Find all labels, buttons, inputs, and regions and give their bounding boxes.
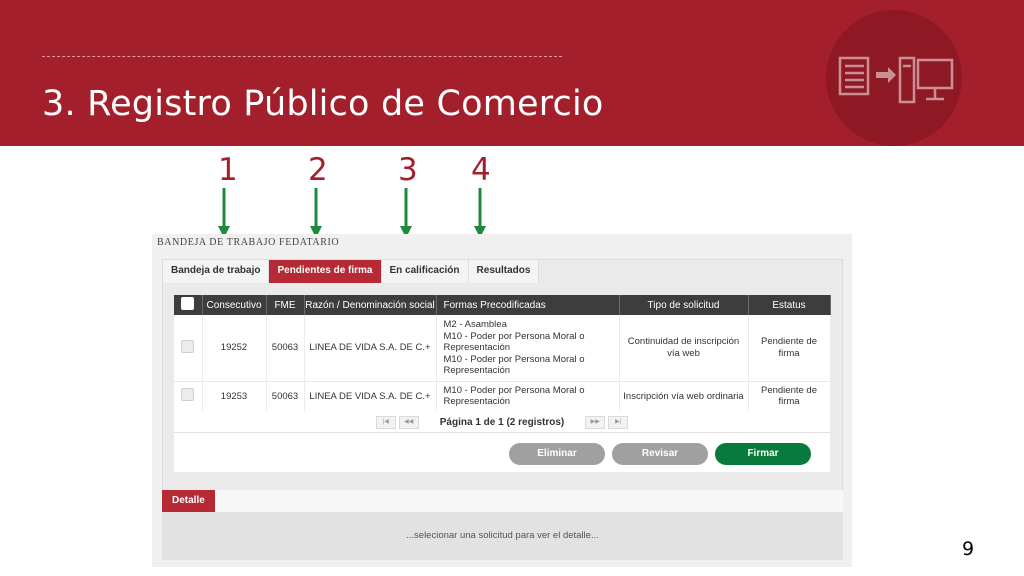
pager-first-button[interactable]: |◀ (375, 415, 396, 429)
cell-formas-precodificadas: M10 - Poder por Persona Moral o Represen… (436, 381, 620, 411)
cell-tipo-de-solicitud: Inscripción vía web ordinaria (619, 381, 749, 411)
column-header-consecutivo[interactable]: Consecutivo (202, 295, 267, 315)
app-title: BANDEJA DE TRABAJO FEDATARIO (157, 237, 340, 248)
tipo-line: Continuidad de inscripción (627, 336, 740, 348)
forma-line: Representación (443, 396, 511, 408)
tab-en-calificacion[interactable]: En calificación (381, 260, 469, 283)
forma-line: Representación (443, 365, 511, 376)
cell-estatus: Pendiente de firma (748, 381, 831, 411)
tab-resultados[interactable]: Resultados (468, 260, 540, 283)
select-all-checkbox[interactable] (174, 295, 203, 315)
cell-tipo-de-solicitud: Continuidad de inscripción vía web (619, 315, 749, 382)
cell-consecutivo: 19252 (202, 315, 267, 382)
cell-razon-social: LINEA DE VIDA S.A. DE C.+ (304, 315, 437, 382)
estatus-line: firma (778, 396, 800, 408)
slide-title: 3. Registro Público de Comercio (42, 84, 604, 124)
table-row[interactable]: 19253 50063 LINEA DE VIDA S.A. DE C.+ M1… (174, 381, 831, 411)
arrow-down-icon (310, 188, 322, 238)
detail-placeholder-message: ...selecionar una solicitud para ver el … (406, 530, 599, 541)
column-header-formas-precodificadas[interactable]: Formas Precodificadas (436, 295, 620, 315)
arrow-down-icon (474, 188, 486, 238)
forma-line: M10 - Poder por Persona Moral o (443, 330, 585, 342)
arrow-down-icon (400, 188, 412, 238)
column-header-fme[interactable]: FME (266, 295, 305, 315)
tab-bandeja-de-trabajo[interactable]: Bandeja de trabajo (163, 260, 270, 283)
cell-fme: 50063 (266, 381, 305, 411)
column-header-tipo-de-solicitud[interactable]: Tipo de solicitud (619, 295, 749, 315)
pager-status: Página 1 de 1 (2 registros) (439, 416, 565, 428)
table-row[interactable]: 19252 50063 LINEA DE VIDA S.A. DE C.+ M2… (174, 315, 831, 382)
step-number-1: 1 (218, 152, 238, 188)
action-bar: Eliminar Revisar Firmar (174, 432, 830, 472)
pager-next-button[interactable]: ▶▶ (585, 415, 606, 429)
cell-consecutivo: 19253 (202, 381, 267, 411)
row-checkbox[interactable] (174, 315, 203, 382)
pager: |◀ ◀◀ Página 1 de 1 (2 registros) ▶▶ ▶| (174, 413, 830, 431)
requests-grid: Consecutivo FME Razón / Denominación soc… (174, 295, 831, 443)
row-checkbox[interactable] (174, 381, 203, 411)
cell-fme: 50063 (266, 315, 305, 382)
revisar-button[interactable]: Revisar (612, 443, 708, 465)
tab-detalle[interactable]: Detalle (162, 490, 215, 512)
page-number: 9 (962, 538, 975, 560)
column-header-razon-social[interactable]: Razón / Denominación social (304, 295, 437, 315)
header-divider (42, 56, 562, 57)
step-number-2: 2 (308, 152, 328, 188)
tab-bar: Bandeja de trabajo Pendientes de firma E… (163, 260, 540, 283)
pager-prev-button[interactable]: ◀◀ (398, 415, 419, 429)
cell-formas-precodificadas: M2 - Asamblea M10 - Poder por Persona Mo… (436, 315, 620, 382)
forma-line: M10 - Poder por Persona Moral o (443, 353, 585, 365)
forma-line: Representación (443, 342, 511, 353)
column-header-estatus[interactable]: Estatus (748, 295, 831, 315)
work-tray-panel: Bandeja de trabajo Pendientes de firma E… (162, 259, 843, 504)
header-band: 3. Registro Público de Comercio (0, 0, 1024, 146)
step-number-3: 3 (398, 152, 418, 188)
forma-line: M10 - Poder por Persona Moral o (443, 384, 585, 396)
cell-razon-social: LINEA DE VIDA S.A. DE C.+ (304, 381, 437, 411)
pager-last-button[interactable]: ▶| (608, 415, 629, 429)
step-number-4: 4 (471, 152, 491, 188)
tab-pendientes-de-firma[interactable]: Pendientes de firma (269, 260, 382, 283)
detail-panel: Detalle ...selecionar una solicitud para… (162, 490, 843, 560)
app-window: BANDEJA DE TRABAJO FEDATARIO Bandeja de … (152, 234, 852, 567)
requests-table: Consecutivo FME Razón / Denominación soc… (174, 295, 831, 411)
estatus-line: Pendiente de (761, 336, 817, 348)
firmar-button[interactable]: Firmar (715, 443, 811, 465)
slide: 3. Registro Público de Comercio 1 2 3 4 … (0, 0, 1024, 576)
detail-tab-bar: Detalle (162, 490, 843, 512)
cell-estatus: Pendiente de firma (748, 315, 831, 382)
estatus-line: firma (778, 347, 800, 359)
tipo-line: vía web (667, 347, 700, 359)
table-header-row: Consecutivo FME Razón / Denominación soc… (174, 295, 831, 315)
eliminar-button[interactable]: Eliminar (509, 443, 605, 465)
document-to-computer-icon (826, 10, 962, 146)
forma-line: M2 - Asamblea (443, 319, 507, 330)
estatus-line: Pendiente de (761, 384, 817, 396)
arrow-down-icon (218, 188, 230, 238)
